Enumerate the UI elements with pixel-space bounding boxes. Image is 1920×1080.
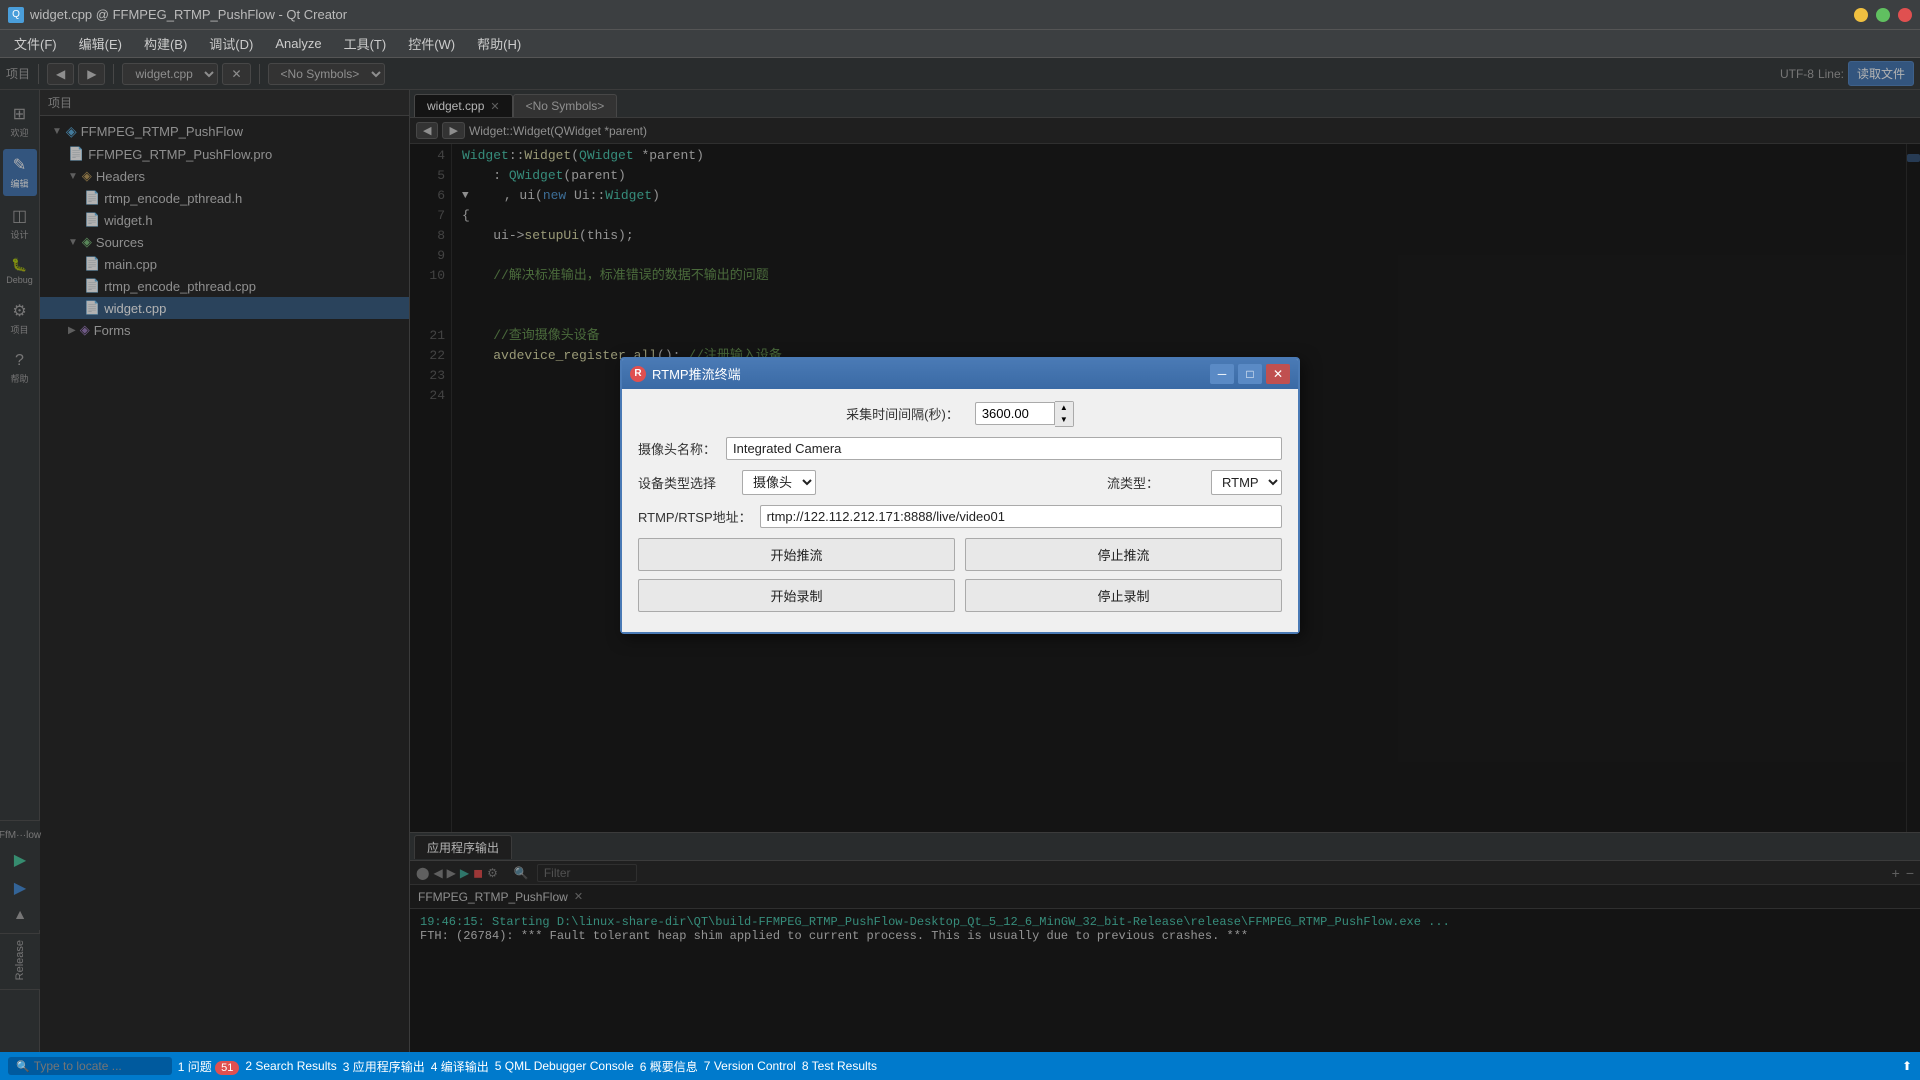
modal-row-rtmp: RTMP/RTSP地址： bbox=[638, 505, 1282, 528]
device-type-select[interactable]: 摄像头 桌面 bbox=[742, 470, 816, 495]
camera-name-input[interactable] bbox=[726, 437, 1282, 460]
status-search[interactable]: 🔍 bbox=[8, 1057, 172, 1075]
status-tab-search[interactable]: 2 Search Results bbox=[245, 1059, 336, 1073]
modal-btn-row-1: 开始推流 停止推流 bbox=[638, 538, 1282, 571]
stop-push-btn[interactable]: 停止推流 bbox=[965, 538, 1282, 571]
stream-type-select[interactable]: RTMP RTSP bbox=[1211, 470, 1282, 495]
modal-title: R RTMP推流终端 bbox=[630, 364, 741, 383]
issue-label: 问题 bbox=[188, 1060, 212, 1074]
status-tab-output[interactable]: 3 应用程序输出 bbox=[343, 1058, 425, 1075]
stream-type-label: 流类型： bbox=[1107, 473, 1187, 492]
menu-build[interactable]: 构建(B) bbox=[134, 30, 197, 57]
status-bar: 🔍 1 问题 51 2 Search Results 3 应用程序输出 4 编译… bbox=[0, 1052, 1920, 1080]
menu-edit[interactable]: 编辑(E) bbox=[69, 30, 132, 57]
rtmp-modal: R RTMP推流终端 ─ □ ✕ 采集时间间隔(秒)： ▲ bbox=[620, 357, 1300, 634]
menu-file[interactable]: 文件(F) bbox=[4, 30, 67, 57]
start-push-btn[interactable]: 开始推流 bbox=[638, 538, 955, 571]
app-icon: Q bbox=[8, 7, 24, 23]
start-record-btn[interactable]: 开始录制 bbox=[638, 579, 955, 612]
modal-minimize-btn[interactable]: ─ bbox=[1210, 364, 1234, 384]
modal-close-btn[interactable]: ✕ bbox=[1266, 364, 1290, 384]
status-tab-issues[interactable]: 1 问题 51 bbox=[178, 1058, 240, 1075]
rtmp-url-input[interactable] bbox=[760, 505, 1282, 528]
modal-row-camera: 摄像头名称： bbox=[638, 437, 1282, 460]
modal-maximize-btn[interactable]: □ bbox=[1238, 364, 1262, 384]
spinbox-down-btn[interactable]: ▼ bbox=[1055, 414, 1073, 426]
spinbox-buttons: ▲ ▼ bbox=[1055, 401, 1074, 427]
title-bar: Q widget.cpp @ FFMPEG_RTMP_PushFlow - Qt… bbox=[0, 0, 1920, 30]
rtmp-label: RTMP/RTSP地址： bbox=[638, 507, 752, 526]
modal-controls: ─ □ ✕ bbox=[1210, 364, 1290, 384]
modal-row-interval: 采集时间间隔(秒)： ▲ ▼ bbox=[638, 401, 1282, 427]
status-tab-qml[interactable]: 5 QML Debugger Console bbox=[495, 1059, 634, 1073]
menu-tools[interactable]: 工具(T) bbox=[334, 30, 397, 57]
camera-label: 摄像头名称： bbox=[638, 439, 718, 458]
stop-record-btn[interactable]: 停止录制 bbox=[965, 579, 1282, 612]
minimize-button[interactable] bbox=[1854, 8, 1868, 22]
menu-debug[interactable]: 调试(D) bbox=[199, 30, 263, 57]
status-tab-vcs[interactable]: 7 Version Control bbox=[704, 1059, 796, 1073]
device-type-label: 设备类型选择 bbox=[638, 473, 718, 492]
menu-controls[interactable]: 控件(W) bbox=[398, 30, 465, 57]
maximize-button[interactable] bbox=[1876, 8, 1890, 22]
status-expand-icon[interactable]: ⬆ bbox=[1902, 1059, 1912, 1073]
modal-body: 采集时间间隔(秒)： ▲ ▼ 摄像头名称： 设备类型 bbox=[622, 389, 1298, 632]
status-tab-compile[interactable]: 4 编译输出 bbox=[431, 1058, 489, 1075]
modal-row-device-type: 设备类型选择 摄像头 桌面 流类型： RTMP RTSP bbox=[638, 470, 1282, 495]
menu-analyze[interactable]: Analyze bbox=[265, 32, 331, 55]
issue-badge: 51 bbox=[215, 1061, 239, 1075]
status-left: 🔍 1 问题 51 2 Search Results 3 应用程序输出 4 编译… bbox=[8, 1057, 877, 1075]
interval-label: 采集时间间隔(秒)： bbox=[846, 404, 959, 423]
status-right: ⬆ bbox=[1902, 1059, 1912, 1073]
menu-bar: 文件(F) 编辑(E) 构建(B) 调试(D) Analyze 工具(T) 控件… bbox=[0, 30, 1920, 58]
modal-title-text: RTMP推流终端 bbox=[652, 364, 741, 383]
interval-input[interactable] bbox=[975, 402, 1055, 425]
close-button[interactable] bbox=[1898, 8, 1912, 22]
window-title: widget.cpp @ FFMPEG_RTMP_PushFlow - Qt C… bbox=[30, 7, 347, 22]
modal-overlay: R RTMP推流终端 ─ □ ✕ 采集时间间隔(秒)： ▲ bbox=[0, 58, 1920, 1052]
menu-help[interactable]: 帮助(H) bbox=[467, 30, 531, 57]
status-tab-tests[interactable]: 8 Test Results bbox=[802, 1059, 877, 1073]
search-icon: 🔍 bbox=[16, 1060, 30, 1073]
modal-title-bar: R RTMP推流终端 ─ □ ✕ bbox=[622, 359, 1298, 389]
locate-input[interactable] bbox=[34, 1059, 164, 1073]
modal-icon: R bbox=[630, 366, 646, 382]
interval-spinbox[interactable]: ▲ ▼ bbox=[975, 401, 1074, 427]
spinbox-up-btn[interactable]: ▲ bbox=[1055, 402, 1073, 414]
status-tab-summary[interactable]: 6 概要信息 bbox=[640, 1058, 698, 1075]
modal-btn-row-2: 开始录制 停止录制 bbox=[638, 579, 1282, 612]
